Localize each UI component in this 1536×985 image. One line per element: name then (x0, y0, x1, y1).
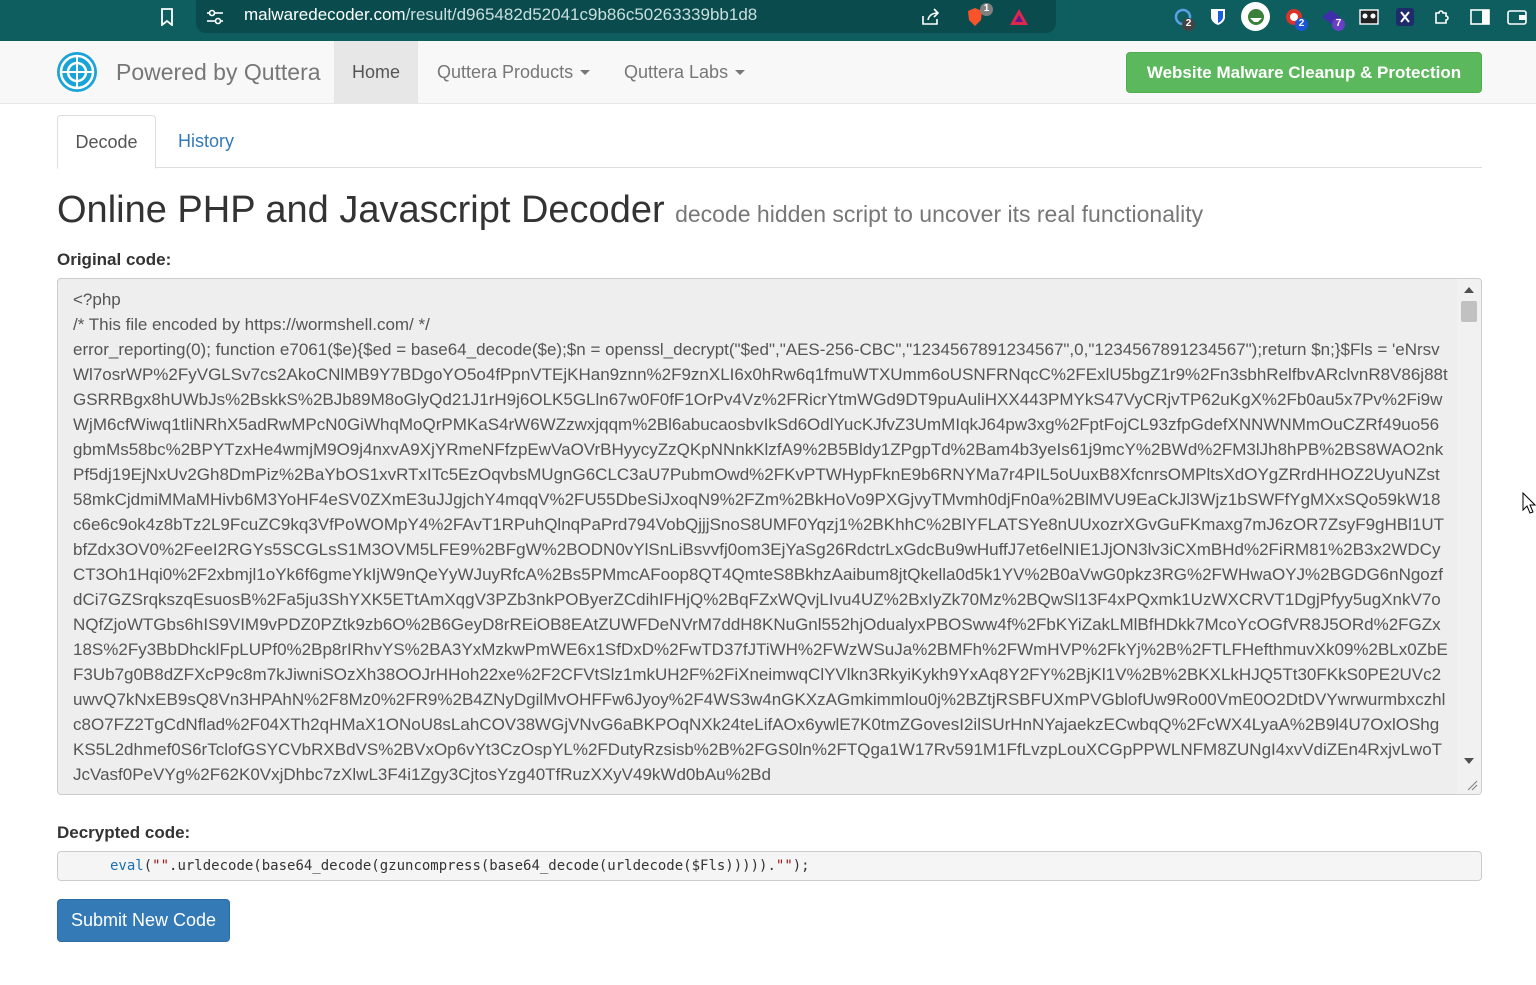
code-open-paren: ( (143, 858, 153, 874)
extension-5-badge: 7 (1332, 18, 1345, 31)
resize-handle-icon[interactable] (1466, 779, 1478, 791)
decrypted-code-label: Decrypted code: (57, 823, 191, 842)
extensions-puzzle-icon[interactable] (1431, 6, 1453, 28)
tab-decode[interactable]: Decode (57, 115, 156, 169)
code-body: .urldecode(base64_decode(gzuncompress(ba… (169, 858, 776, 874)
bookmark-icon[interactable] (156, 6, 178, 28)
malware-cleanup-button[interactable]: Website Malware Cleanup & Protection (1126, 52, 1482, 93)
nav-products-label: Quttera Products (437, 62, 574, 82)
code-string-1: "" (152, 858, 170, 874)
decoder-tabs: Decode History (57, 115, 1482, 169)
code-string-2: "" (775, 858, 793, 874)
brave-shields-badge: 1 (980, 3, 993, 16)
scroll-thumb[interactable] (1461, 301, 1477, 322)
wallet-icon[interactable] (1506, 6, 1528, 28)
extension-4-badge: 2 (1295, 18, 1308, 31)
browser-toolbar: malwaredecoder.com/result/d965482d52041c… (0, 0, 1536, 41)
brave-rewards-icon[interactable] (1008, 6, 1030, 28)
x-extension-icon[interactable] (1394, 6, 1416, 28)
share-icon[interactable] (920, 6, 942, 28)
site-navbar: Powered by Quttera Home Quttera Products… (0, 41, 1536, 104)
vertical-scrollbar[interactable] (1457, 279, 1481, 794)
code-end: ); (792, 858, 810, 874)
mouse-cursor-icon (1522, 492, 1536, 514)
page-title: Online PHP and Javascript Decoder decode… (57, 189, 1203, 232)
nav-home[interactable]: Home (334, 41, 418, 104)
extension-icon-3[interactable] (1241, 2, 1270, 31)
url-host: malwaredecoder.com (244, 5, 406, 24)
nav-quttera-products[interactable]: Quttera Products (437, 41, 591, 104)
original-code-text: <?php /* This file encoded by https://wo… (73, 290, 1448, 784)
original-code-label: Original code: (57, 250, 172, 269)
page-title-text: Online PHP and Javascript Decoder (57, 189, 665, 231)
code-eval: eval (110, 858, 144, 874)
tab-history[interactable]: History (178, 115, 234, 168)
extension-icon-6[interactable] (1358, 6, 1380, 28)
page-subtitle: decode hidden script to uncover its real… (675, 201, 1204, 227)
chevron-down-icon (580, 70, 591, 75)
nav-home-label: Home (351, 62, 400, 82)
original-code-textarea[interactable]: <?php /* This file encoded by https://wo… (57, 278, 1482, 795)
site-settings-icon[interactable] (204, 6, 226, 28)
brand-text[interactable]: Powered by Quttera (116, 59, 321, 86)
nav-labs-label: Quttera Labs (624, 62, 729, 82)
url-text[interactable]: malwaredecoder.com/result/d965482d52041c… (244, 5, 757, 25)
quttera-logo[interactable] (57, 52, 97, 92)
chevron-down-icon (735, 70, 746, 75)
url-path: /result/d965482d52041c9b86c50263339bb1d8 (405, 5, 758, 24)
extension-1-badge: 2 (1182, 18, 1195, 31)
bitwarden-icon[interactable] (1207, 6, 1229, 28)
decrypted-code-output: eval("".urldecode(base64_decode(gzuncomp… (57, 851, 1482, 881)
scroll-down-icon[interactable] (1464, 758, 1474, 764)
sidebar-icon[interactable] (1469, 6, 1491, 28)
scroll-up-icon[interactable] (1464, 287, 1474, 293)
submit-new-code-button[interactable]: Submit New Code (57, 899, 230, 942)
nav-quttera-labs[interactable]: Quttera Labs (624, 41, 746, 104)
